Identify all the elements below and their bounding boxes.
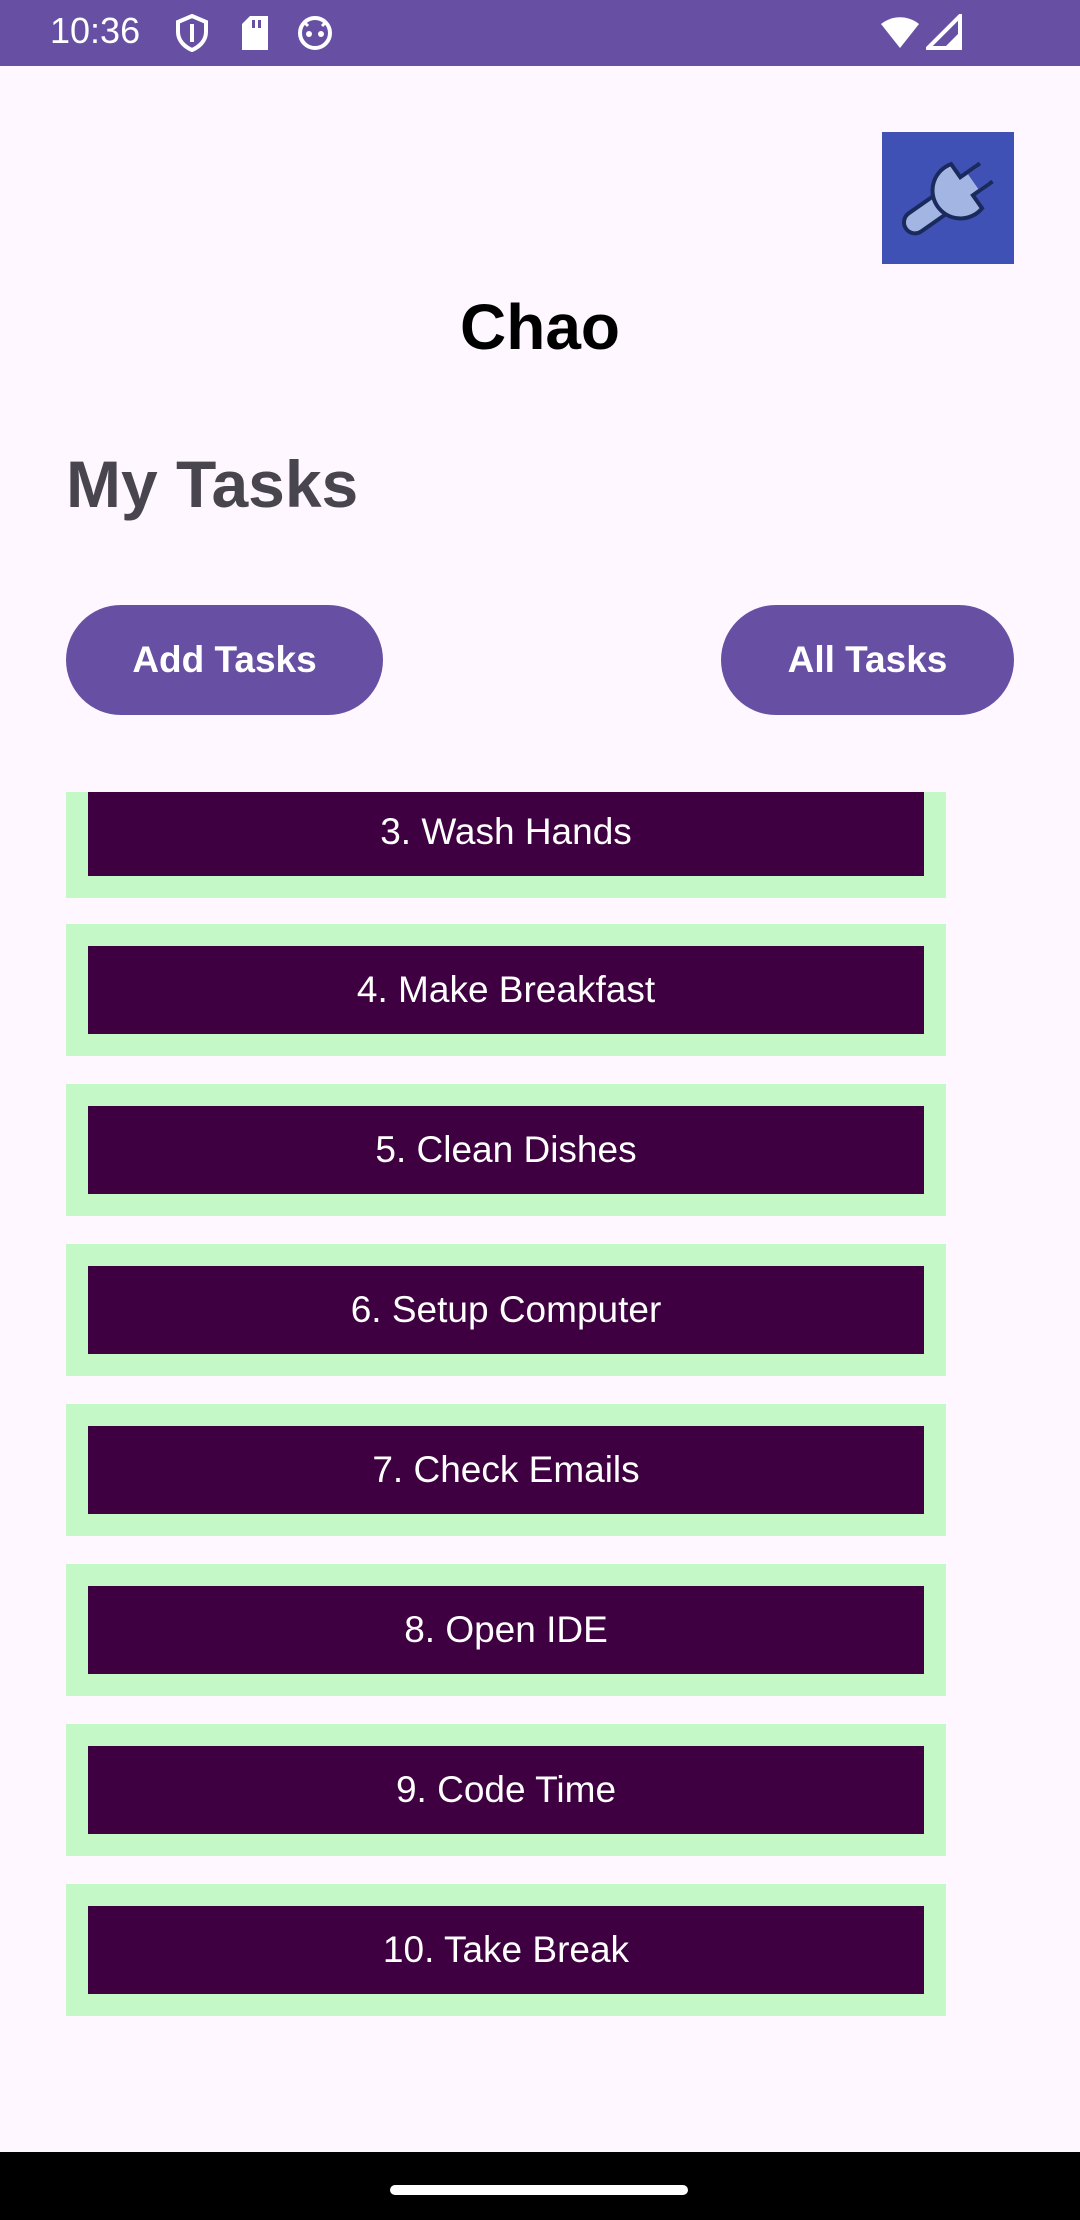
user-name: Chao (460, 291, 620, 363)
section-title: My Tasks (66, 447, 359, 521)
task-button[interactable]: 3. Wash Hands (88, 792, 924, 876)
task-button[interactable]: 7. Check Emails (88, 1426, 924, 1514)
task-button[interactable]: 5. Clean Dishes (88, 1106, 924, 1194)
task-button[interactable]: 9. Code Time (88, 1746, 924, 1834)
android-face-icon (296, 14, 334, 57)
add-tasks-button[interactable]: Add Tasks (66, 605, 383, 715)
task-item: 9. Code Time (66, 1724, 946, 1856)
task-list[interactable]: 3. Wash Hands 4. Make Breakfast 5. Clean… (66, 792, 946, 2022)
task-item: 7. Check Emails (66, 1404, 946, 1536)
status-bar: 10:36 (0, 0, 1080, 66)
wifi-icon (880, 14, 920, 55)
task-button[interactable]: 4. Make Breakfast (88, 946, 924, 1034)
home-handle[interactable] (390, 2185, 688, 2195)
task-button[interactable]: 10. Take Break (88, 1906, 924, 1994)
settings-button[interactable] (882, 132, 1014, 264)
task-item: 5. Clean Dishes (66, 1084, 946, 1216)
signal-icon (923, 11, 962, 55)
task-item: 3. Wash Hands (66, 792, 946, 898)
task-item: 10. Take Break (66, 1884, 946, 2016)
task-item: 8. Open IDE (66, 1564, 946, 1696)
task-item: 6. Setup Computer (66, 1244, 946, 1376)
wrench-icon (901, 160, 998, 236)
sd-card-icon (240, 14, 270, 57)
task-item: 4. Make Breakfast (66, 924, 946, 1056)
navigation-bar (0, 2152, 1080, 2220)
task-button[interactable]: 6. Setup Computer (88, 1266, 924, 1354)
shield-icon (174, 13, 210, 57)
status-time: 10:36 (50, 10, 141, 51)
task-button[interactable]: 8. Open IDE (88, 1586, 924, 1674)
all-tasks-button[interactable]: All Tasks (721, 605, 1014, 715)
